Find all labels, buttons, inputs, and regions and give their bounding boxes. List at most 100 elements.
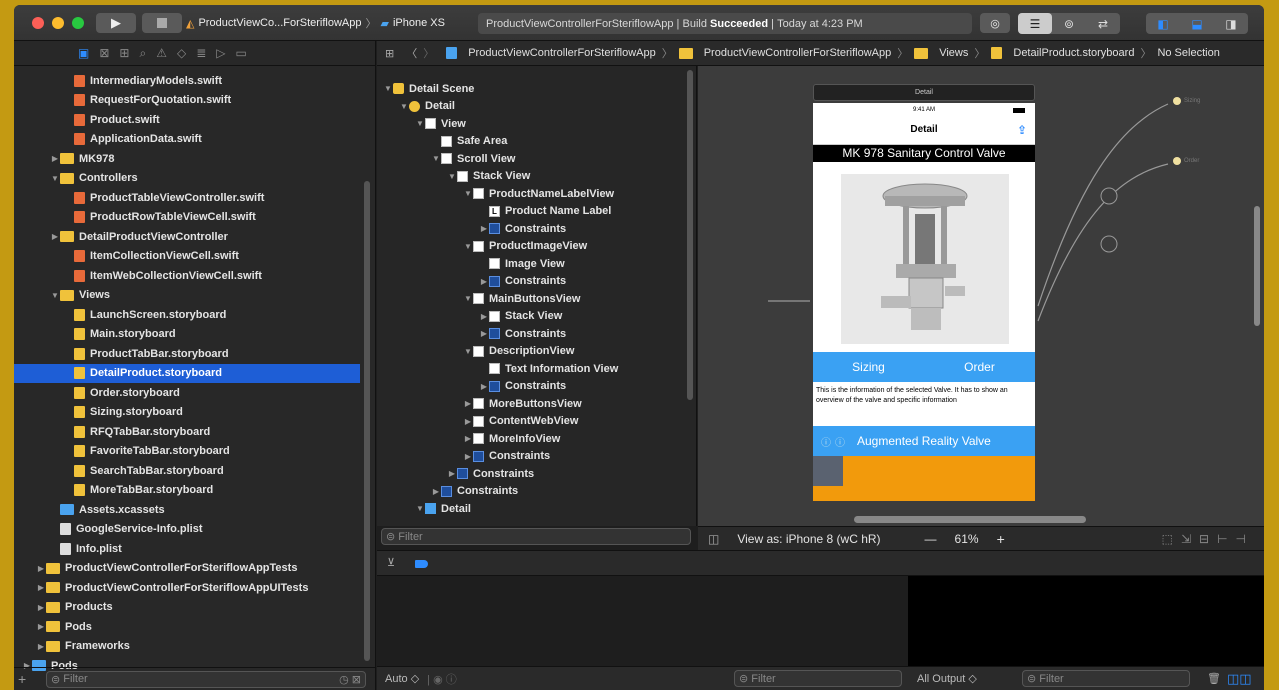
disclosure-triangle-icon[interactable]: ▼ [463,347,473,356]
disclosure-triangle-icon[interactable]: ▶ [463,452,473,461]
disclosure-triangle-icon[interactable]: ▼ [463,294,473,303]
library-button[interactable]: ◎ [980,13,1010,33]
navigator-file[interactable]: Info.plist [14,539,360,558]
hide-debug-area-icon[interactable]: ⊻ [387,556,395,569]
split-view-icon[interactable]: ◫◫ [1227,671,1252,687]
navigator-group[interactable]: ▶ Pods [14,617,360,636]
scene-title-bar[interactable]: Detail [813,84,1035,101]
disclosure-triangle-icon[interactable]: ▶ [36,642,46,651]
jump-group[interactable]: ProductViewControllerForSteriflowApp [704,47,892,59]
assistant-editor-icon[interactable]: ⊚ [1052,13,1086,34]
outline-item[interactable]: ▼ ProductNameLabelView [463,185,614,202]
navigator-file[interactable]: MoreTabBar.storyboard [14,481,360,500]
disclosure-triangle-icon[interactable]: ▶ [50,232,60,241]
zoom-window-button[interactable] [72,17,84,29]
zoom-out-button[interactable]: — [925,532,937,546]
disclosure-triangle-icon[interactable]: ▶ [463,417,473,426]
disclosure-triangle-icon[interactable]: ▼ [399,102,409,111]
resolve-issues-icon[interactable]: ⊣ [1236,532,1254,546]
disclosure-triangle-icon[interactable]: ▶ [36,603,46,612]
navigator-file[interactable]: ItemWebCollectionViewCell.swift [14,266,360,285]
disclosure-triangle-icon[interactable]: ▶ [463,399,473,408]
navigator-file[interactable]: DetailProduct.storyboard [14,363,360,383]
disclosure-triangle-icon[interactable]: ▶ [36,564,46,573]
debug-area-toggle-icon[interactable]: ⬓ [1180,13,1214,34]
jump-file[interactable]: DetailProduct.storyboard [1013,47,1134,59]
disclosure-triangle-icon[interactable]: ▶ [479,312,489,321]
back-icon[interactable]: 〈 [406,45,417,61]
disclosure-triangle-icon[interactable]: ▼ [383,84,393,93]
outline-item[interactable]: ▼ Detail Scene [383,80,474,97]
outline-toggle-icon[interactable]: ◫ [708,532,719,546]
disclosure-triangle-icon[interactable]: ▶ [479,329,489,338]
navigator-file[interactable]: Product.swift [14,110,360,129]
standard-editor-icon[interactable]: ☰ [1018,13,1052,34]
disclosure-triangle-icon[interactable]: ▼ [50,291,60,300]
find-navigator-icon[interactable]: ⌕ [139,46,146,61]
disclosure-triangle-icon[interactable]: ▼ [463,189,473,198]
output-select[interactable]: All Output ◇ [917,672,977,685]
outline-scrollbar[interactable] [687,70,693,400]
quick-look-icon[interactable]: | ◉ ⓘ [427,671,457,687]
zoom-in-button[interactable]: + [997,531,1005,547]
trash-icon[interactable]: 🗑 [1207,672,1221,685]
close-window-button[interactable] [32,17,44,29]
info-icon[interactable]: ⓘ [835,434,845,449]
segue-sizing-destination[interactable]: Sizing [1173,97,1200,105]
navigator-file[interactable]: IntermediaryModels.swift [14,71,360,90]
update-frames-icon[interactable]: ⬚ [1162,532,1181,546]
detail-scene[interactable]: 9:41 AM Detail ⇪ MK 978 Sanitary Control… [813,103,1035,501]
disclosure-triangle-icon[interactable]: ▶ [479,382,489,391]
align-icon[interactable]: ⊟ [1199,532,1217,546]
navigator-toggle-icon[interactable]: ◧ [1146,13,1180,34]
test-navigator-icon[interactable]: ◇ [177,46,186,60]
disclosure-triangle-icon[interactable]: ▼ [431,154,441,163]
outline-item[interactable]: ▼ Stack View [447,168,530,185]
outline-item[interactable]: ▶ Constraints [479,273,566,290]
canvas-vertical-scrollbar[interactable] [1254,206,1260,326]
sizing-button[interactable]: Sizing [813,352,924,382]
disclosure-triangle-icon[interactable]: ▶ [463,434,473,443]
info-icon[interactable]: ⓘ [821,434,831,449]
navigator-group[interactable]: ▼ Views [14,286,360,305]
navigator-file[interactable]: RequestForQuotation.swift [14,91,360,110]
navigator-group[interactable]: ▶ Products [14,598,360,617]
navigator-group[interactable]: ▼ Controllers [14,169,360,188]
navigator-scrollbar[interactable] [364,181,370,661]
minimize-window-button[interactable] [52,17,64,29]
navigator-file[interactable]: SearchTabBar.storyboard [14,461,360,480]
outline-item[interactable]: ▶ Constraints [479,378,566,395]
breakpoint-navigator-icon[interactable]: ▷ [216,46,225,60]
console-filter-field[interactable]: ⊜ Filter [1022,670,1190,687]
outline-item[interactable]: ▶ Constraints [431,483,518,500]
report-navigator-icon[interactable]: ▭ [236,46,247,60]
disclosure-triangle-icon[interactable]: ▶ [431,487,441,496]
outline-item[interactable]: ▼ Detail [415,500,471,517]
outline-item[interactable]: ▶ Constraints [479,325,566,342]
disclosure-triangle-icon[interactable]: ▶ [479,224,489,233]
navigator-file[interactable]: LaunchScreen.storyboard [14,305,360,324]
issue-navigator-icon[interactable]: ⚠ [156,46,167,60]
related-items-icon[interactable]: ⊞ [385,47,394,60]
jump-selection[interactable]: No Selection [1157,47,1219,59]
source-control-icon[interactable]: ⊠ [99,46,109,60]
navigator-file[interactable]: GoogleService-Info.plist [14,520,360,539]
inspector-toggle-icon[interactable]: ◨ [1214,13,1248,34]
jump-folder[interactable]: Views [939,47,968,59]
breakpoints-toggle-icon[interactable] [415,560,428,568]
project-navigator-icon[interactable]: ▣ [78,46,89,60]
storyboard-canvas[interactable]: Sizing Order Detail 9:41 AM Detail ⇪ MK … [698,66,1264,526]
outline-item[interactable]: Safe Area [431,133,507,150]
outline-item[interactable]: ▶ MoreInfoView [463,430,560,447]
navigator-file[interactable]: Sizing.storyboard [14,403,360,422]
canvas-horizontal-scrollbar[interactable] [854,516,1086,523]
embed-in-icon[interactable]: ⇲ [1181,532,1199,546]
segue-order-destination[interactable]: Order [1173,157,1199,165]
navigator-file[interactable]: ProductTabBar.storyboard [14,344,360,363]
add-icon[interactable]: + [18,671,26,687]
navigator-file[interactable]: ProductTableViewController.swift [14,188,360,207]
navigator-file[interactable]: ApplicationData.swift [14,130,360,149]
outline-item[interactable]: ▼ Detail [399,98,455,115]
outline-item[interactable]: ▶ ContentWebView [463,413,579,430]
disclosure-triangle-icon[interactable]: ▶ [479,277,489,286]
